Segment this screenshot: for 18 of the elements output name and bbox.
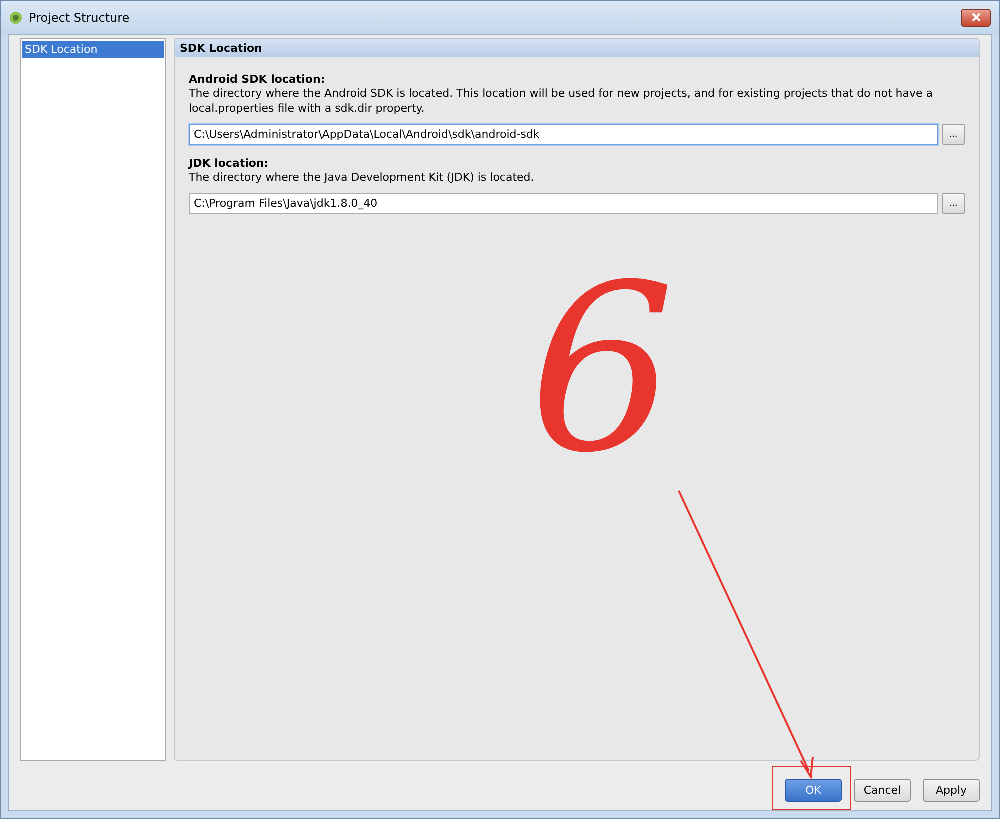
close-icon	[972, 13, 980, 22]
sidebar-item[interactable]: SDK Location	[22, 41, 164, 58]
section-description: The directory where the Android SDK is located. This location will be used for new projects, and for existing projects that do not have a local.properties file with a sdk.dir property.	[189, 86, 934, 116]
dialog-button[interactable]: Cancel	[854, 779, 911, 802]
browse-button[interactable]: ...	[942, 193, 965, 214]
section-heading: Android SDK location:	[189, 73, 326, 86]
close-button[interactable]	[961, 8, 991, 26]
dialog-button[interactable]: Apply	[923, 779, 980, 802]
path-field[interactable]: C:\Users\Administrator\AppData\Local\Android\sdk\android-sdk	[189, 124, 938, 145]
panel-title: SDK Location	[175, 39, 979, 57]
window-title: Project Structure	[29, 10, 131, 24]
section-description: The directory where the Java Development Kit (JDK) is located.	[189, 170, 536, 185]
section-heading: JDK location:	[189, 157, 270, 170]
dialog-button[interactable]: OK	[785, 779, 842, 802]
path-field[interactable]: C:\Program Files\Java\jdk1.8.0_40	[189, 193, 938, 214]
browse-button[interactable]: ...	[942, 124, 965, 145]
annotation-text: 6	[529, 256, 676, 486]
android-icon	[9, 10, 23, 24]
